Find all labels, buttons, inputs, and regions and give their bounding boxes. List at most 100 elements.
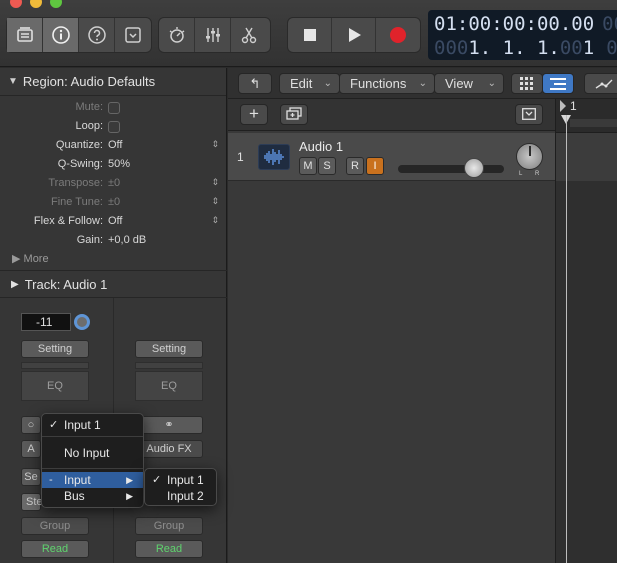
mute-button[interactable]: M	[299, 157, 317, 175]
region-row-quantize[interactable]: Quantize: Off ⇕	[0, 136, 227, 155]
fine-tune-value[interactable]: ±0	[108, 196, 120, 208]
region-row-transpose[interactable]: Transpose: ±0 ⇕	[0, 174, 227, 193]
submenu-item-input-2[interactable]: Input 2	[145, 488, 216, 504]
pan-knob[interactable]	[516, 143, 543, 170]
gain-reduction-slot-right	[135, 362, 203, 369]
record-enable-button[interactable]: R	[346, 157, 364, 175]
quantize-value[interactable]: Off	[108, 139, 122, 151]
grid-view-button[interactable]	[511, 73, 543, 94]
collapse-icon	[522, 108, 536, 120]
flex-follow-value[interactable]: Off	[108, 215, 122, 227]
track-number: 1	[237, 150, 244, 164]
record-icon	[390, 27, 406, 43]
pan-right-label: R	[535, 171, 540, 177]
stereo-link-icon: ⚭	[164, 419, 174, 431]
gain-reduction-slot-left	[21, 362, 89, 369]
view-menu-button[interactable]: View ⌄	[434, 73, 504, 94]
eq-slot-right[interactable]: EQ	[135, 371, 203, 401]
mixer-button[interactable]	[195, 18, 231, 52]
grid-icon	[520, 77, 533, 90]
stereo-link-button-right[interactable]: ⚭	[135, 416, 203, 434]
track-row[interactable]: 1 Audio 1 M S R I L R	[228, 133, 555, 181]
region-row-qswing[interactable]: Q-Swing: 50%	[0, 155, 227, 174]
timeline-area[interactable]: 1	[555, 99, 617, 563]
group-button-left[interactable]: Group	[21, 517, 89, 535]
quick-help-button[interactable]	[79, 18, 115, 52]
gain-value[interactable]: +0,0 dB	[108, 234, 146, 246]
lcd-display[interactable]: 01:00:00:00.0000 0001. 1. 1.00100	[428, 10, 617, 60]
solo-button[interactable]: S	[318, 157, 336, 175]
chevron-down-icon: ⌄	[323, 78, 332, 89]
edit-menu-button[interactable]: Edit ⌄	[279, 73, 340, 94]
question-icon	[87, 26, 106, 44]
audio-fx-slot-left[interactable]: A	[21, 440, 41, 458]
library-icon	[16, 27, 33, 42]
menu-item-input-1[interactable]: ✓ Input 1	[42, 417, 143, 433]
plus-icon: +	[249, 104, 259, 123]
play-button[interactable]	[332, 18, 376, 52]
stop-icon	[303, 29, 316, 41]
automation-read-button-left[interactable]: Read	[21, 540, 89, 558]
menu-item-input-submenu[interactable]: - Input ▶	[42, 472, 143, 488]
transpose-value[interactable]: ±0	[108, 177, 120, 189]
sends-slot-left[interactable]: Se	[21, 468, 41, 486]
volume-display[interactable]: -11	[21, 313, 71, 331]
list-view-button[interactable]	[542, 73, 574, 94]
input-format-button-left[interactable]: ○	[21, 416, 41, 434]
setting-button-right[interactable]: Setting	[135, 340, 203, 358]
region-row-gain[interactable]: Gain: +0,0 dB	[0, 231, 227, 250]
smart-controls-button[interactable]	[159, 18, 195, 52]
playhead-line[interactable]	[566, 115, 567, 563]
region-inspector-header[interactable]: ▼ Region: Audio Defaults	[0, 68, 226, 96]
menu-item-no-input[interactable]: No Input	[42, 445, 143, 461]
toolbar-icon	[125, 27, 141, 43]
volume-fader-track[interactable]	[398, 165, 504, 173]
submenu-arrow-icon: ▶	[126, 491, 133, 501]
qswing-value[interactable]: 50%	[108, 158, 130, 170]
library-button[interactable]	[7, 18, 43, 52]
bars-beats-display: 0001. 1. 1.00100	[434, 37, 617, 59]
view-buttons-group	[6, 17, 152, 53]
more-disclosure[interactable]: ▶ More	[12, 252, 49, 265]
submenu-arrow-icon: ▶	[126, 475, 133, 485]
volume-knob[interactable]	[74, 314, 90, 330]
close-window-button[interactable]	[10, 0, 22, 8]
duplicate-track-button[interactable]	[280, 104, 308, 125]
output-slot-left[interactable]: Ste	[21, 493, 43, 511]
automation-read-button-right[interactable]: Read	[135, 540, 203, 558]
track-name[interactable]: Audio 1	[299, 139, 343, 154]
stop-button[interactable]	[288, 18, 332, 52]
toolbar-toggle-button[interactable]	[115, 18, 151, 52]
global-tracks-button[interactable]	[515, 104, 543, 125]
mixer-icon	[205, 28, 220, 42]
region-row-fine-tune[interactable]: Fine Tune: ±0 ⇕	[0, 193, 227, 212]
editors-button[interactable]	[231, 18, 267, 52]
zoom-window-button[interactable]	[50, 0, 62, 8]
eq-slot-left[interactable]: EQ	[21, 371, 89, 401]
region-row-flex-follow[interactable]: Flex & Follow: Off ⇕	[0, 212, 227, 231]
tracks-area: ↰ Edit ⌄ Functions ⌄ View ⌄ + 1 Audio 1 M S…	[228, 68, 617, 563]
submenu-item-input-1[interactable]: ✓ Input 1	[145, 472, 216, 488]
functions-menu-button[interactable]: Functions ⌄	[339, 73, 435, 94]
group-button-right[interactable]: Group	[135, 517, 203, 535]
disclosure-triangle-icon: ▶	[12, 253, 21, 265]
setting-button-left[interactable]: Setting	[21, 340, 89, 358]
back-button[interactable]: ↰	[238, 73, 272, 94]
audio-waveform-icon	[258, 144, 290, 170]
loop-checkbox[interactable]	[108, 121, 120, 133]
menu-item-bus-submenu[interactable]: Bus ▶	[42, 488, 143, 504]
minimize-window-button[interactable]	[30, 0, 42, 8]
audio-fx-slot-right[interactable]: Audio FX	[135, 440, 203, 458]
mute-checkbox[interactable]	[108, 102, 120, 114]
volume-fader-knob[interactable]	[464, 158, 484, 178]
track-inspector-header[interactable]: ▶ Track: Audio 1	[0, 270, 227, 298]
curve-icon	[595, 79, 613, 89]
input-monitor-button[interactable]: I	[366, 157, 384, 175]
chevron-down-icon: ⌄	[418, 78, 427, 89]
scissors-icon	[241, 27, 257, 44]
add-track-button[interactable]: +	[240, 104, 268, 125]
track-header-row: +	[228, 99, 555, 131]
inspector-button[interactable]	[43, 18, 79, 52]
record-button[interactable]	[376, 18, 420, 52]
automation-curve-button[interactable]	[584, 73, 617, 94]
